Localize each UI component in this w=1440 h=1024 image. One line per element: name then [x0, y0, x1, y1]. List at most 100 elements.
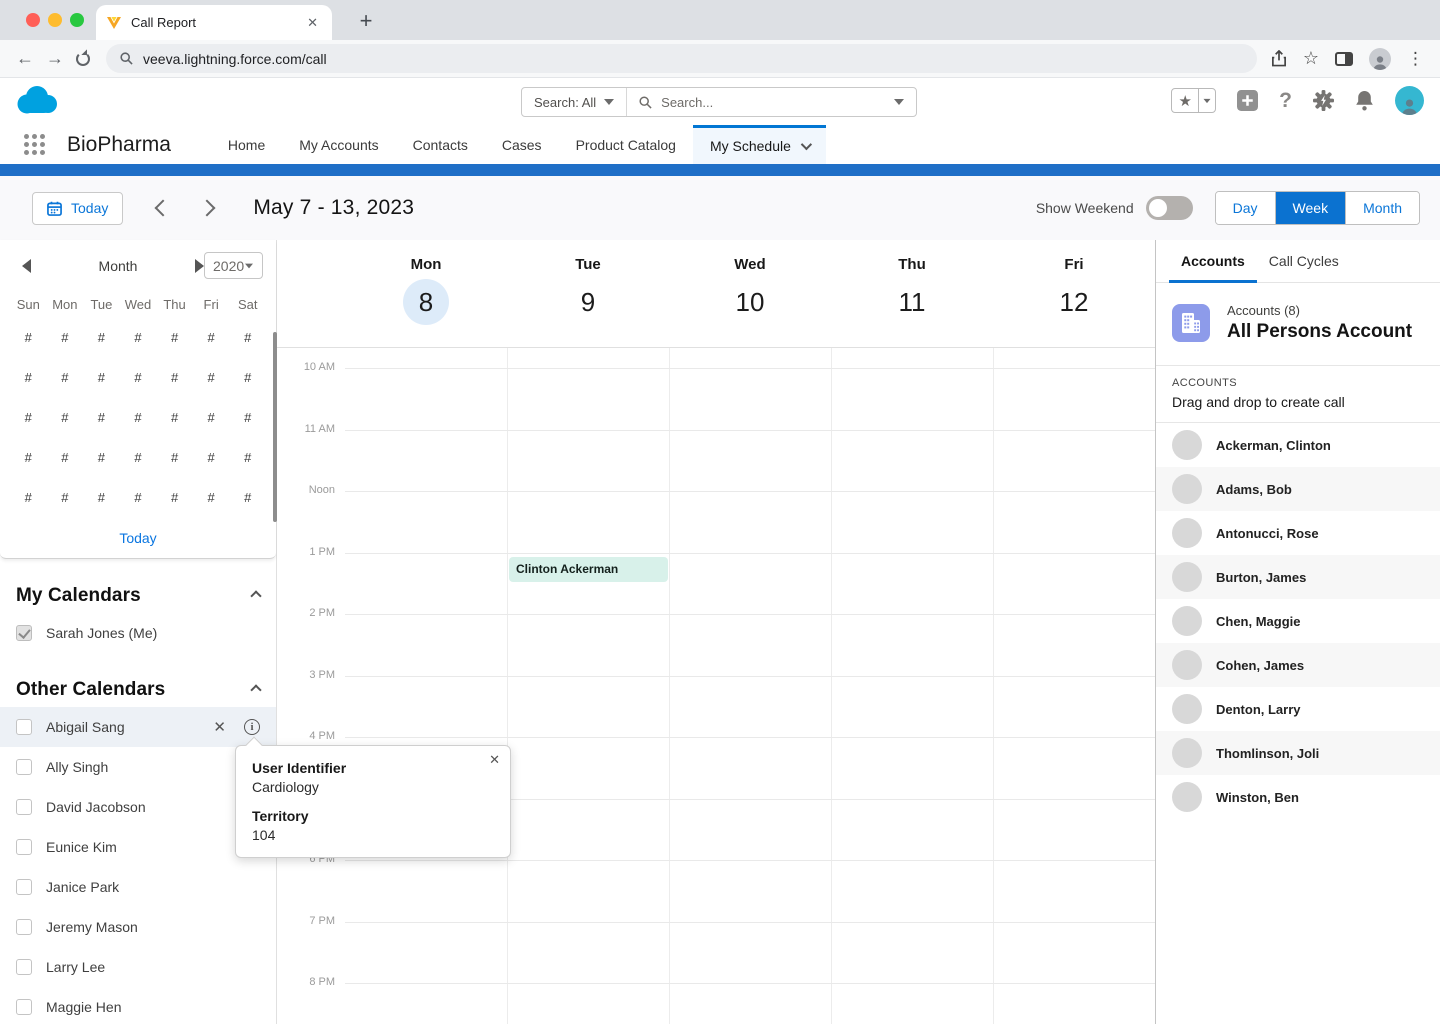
week-grid[interactable]: Clinton Ackerman 10 AM11 AMNoon1 PM2 PM3…	[277, 348, 1155, 1024]
calendar-checkbox[interactable]	[16, 999, 32, 1015]
account-row[interactable]: Burton, James	[1156, 555, 1440, 599]
minical-day-cell[interactable]: #	[193, 438, 230, 478]
browser-profile-avatar[interactable]	[1369, 48, 1391, 70]
minical-day-cell[interactable]: #	[120, 398, 157, 438]
day-number[interactable]: 9	[565, 279, 611, 325]
minical-day-cell[interactable]: #	[156, 398, 193, 438]
calendar-checkbox[interactable]	[16, 839, 32, 855]
other-calendar-item[interactable]: Jeremy Mason	[0, 907, 276, 947]
minical-day-cell[interactable]: #	[83, 398, 120, 438]
day-number-today[interactable]: 8	[403, 279, 449, 325]
minical-day-cell[interactable]: #	[10, 358, 47, 398]
nav-item-contacts[interactable]: Contacts	[396, 125, 485, 164]
minical-day-cell[interactable]: #	[156, 358, 193, 398]
minical-day-cell[interactable]: #	[47, 478, 84, 518]
account-row[interactable]: Thomlinson, Joli	[1156, 731, 1440, 775]
view-button-day[interactable]: Day	[1216, 192, 1275, 224]
minical-day-cell[interactable]: #	[10, 438, 47, 478]
account-row[interactable]: Adams, Bob	[1156, 467, 1440, 511]
minical-day-cell[interactable]: #	[120, 438, 157, 478]
minical-day-cell[interactable]: #	[47, 438, 84, 478]
app-launcher-icon[interactable]	[24, 134, 45, 155]
minical-day-cell[interactable]: #	[83, 438, 120, 478]
calendar-checkbox[interactable]	[16, 919, 32, 935]
mini-calendar-today-link[interactable]: Today	[10, 518, 266, 546]
favorites-star-icon[interactable]: ★	[1172, 89, 1198, 112]
minical-day-cell[interactable]: #	[156, 318, 193, 358]
year-select[interactable]: 2020	[204, 252, 263, 279]
search-input[interactable]: Search...	[627, 95, 894, 110]
back-icon[interactable]: ←	[10, 48, 40, 69]
help-icon[interactable]: ?	[1279, 89, 1292, 113]
user-avatar[interactable]	[1395, 86, 1424, 115]
minical-day-cell[interactable]: #	[120, 358, 157, 398]
account-row[interactable]: Cohen, James	[1156, 643, 1440, 687]
bookmark-star-icon[interactable]: ☆	[1303, 48, 1319, 69]
global-actions-icon[interactable]	[1237, 90, 1258, 111]
side-panel-icon[interactable]	[1335, 52, 1353, 66]
minical-day-cell[interactable]: #	[229, 318, 266, 358]
minical-day-cell[interactable]: #	[120, 478, 157, 518]
minical-day-cell[interactable]: #	[120, 318, 157, 358]
account-row[interactable]: Ackerman, Clinton	[1156, 423, 1440, 467]
panel-tab-call-cycles[interactable]: Call Cycles	[1257, 240, 1351, 282]
day-number[interactable]: 11	[889, 279, 935, 325]
day-header-tue[interactable]: Tue9	[507, 240, 669, 347]
my-calendar-item[interactable]: Sarah Jones (Me)	[16, 613, 260, 653]
calendar-checkbox[interactable]	[16, 799, 32, 815]
minical-day-cell[interactable]: #	[83, 318, 120, 358]
zoom-window-icon[interactable]	[70, 13, 84, 27]
show-weekend-toggle[interactable]	[1146, 196, 1193, 220]
new-tab-button[interactable]: +	[352, 8, 380, 36]
setup-gear-icon[interactable]	[1313, 90, 1334, 111]
favorites-button[interactable]: ★	[1171, 88, 1216, 113]
day-header-fri[interactable]: Fri12	[993, 240, 1155, 347]
calendar-checkbox[interactable]	[16, 879, 32, 895]
address-bar[interactable]: veeva.lightning.force.com/call	[106, 44, 1257, 73]
popover-close-icon[interactable]: ✕	[489, 752, 500, 768]
calendar-event[interactable]: Clinton Ackerman	[509, 557, 668, 582]
minical-day-cell[interactable]: #	[229, 478, 266, 518]
calendar-checkbox[interactable]	[16, 719, 32, 735]
minical-day-cell[interactable]: #	[10, 398, 47, 438]
view-button-week[interactable]: Week	[1275, 192, 1346, 224]
favorites-caret[interactable]	[1198, 89, 1215, 112]
other-calendar-item[interactable]: Janice Park	[0, 867, 276, 907]
calendar-checkbox[interactable]	[16, 759, 32, 775]
share-icon[interactable]	[1271, 50, 1287, 67]
nav-item-home[interactable]: Home	[211, 125, 282, 164]
account-row[interactable]: Chen, Maggie	[1156, 599, 1440, 643]
other-calendar-item[interactable]: Larry Lee	[0, 947, 276, 987]
today-button[interactable]: Today	[32, 192, 123, 225]
view-button-month[interactable]: Month	[1345, 192, 1419, 224]
search-caret-icon[interactable]	[894, 99, 904, 105]
minimize-window-icon[interactable]	[48, 13, 62, 27]
tab-close-icon[interactable]: ✕	[303, 13, 322, 33]
account-row[interactable]: Denton, Larry	[1156, 687, 1440, 731]
minical-day-cell[interactable]: #	[229, 358, 266, 398]
minical-day-cell[interactable]: #	[229, 398, 266, 438]
forward-icon[interactable]: →	[40, 48, 70, 69]
minical-day-cell[interactable]: #	[10, 318, 47, 358]
nav-item-my-accounts[interactable]: My Accounts	[282, 125, 395, 164]
calendar-checkbox[interactable]	[16, 959, 32, 975]
next-week-icon[interactable]	[199, 200, 216, 217]
minical-day-cell[interactable]: #	[47, 318, 84, 358]
minical-day-cell[interactable]: #	[229, 438, 266, 478]
day-header-mon[interactable]: Mon8	[345, 240, 507, 347]
other-calendar-item[interactable]: Maggie Hen	[0, 987, 276, 1024]
reload-icon[interactable]	[76, 52, 90, 66]
minical-day-cell[interactable]: #	[156, 478, 193, 518]
day-number[interactable]: 12	[1051, 279, 1097, 325]
info-icon[interactable]: i	[244, 719, 260, 735]
nav-item-my-schedule[interactable]: My Schedule	[693, 125, 826, 164]
previous-week-icon[interactable]	[155, 200, 172, 217]
search-scope-dropdown[interactable]: Search: All	[522, 88, 627, 116]
minical-day-cell[interactable]: #	[10, 478, 47, 518]
minical-day-cell[interactable]: #	[47, 398, 84, 438]
minical-day-cell[interactable]: #	[193, 398, 230, 438]
account-row[interactable]: Winston, Ben	[1156, 775, 1440, 819]
minical-day-cell[interactable]: #	[47, 358, 84, 398]
account-list-card[interactable]: Accounts (8) All Persons Account	[1156, 283, 1440, 365]
collapse-chevron-icon[interactable]	[250, 684, 261, 695]
